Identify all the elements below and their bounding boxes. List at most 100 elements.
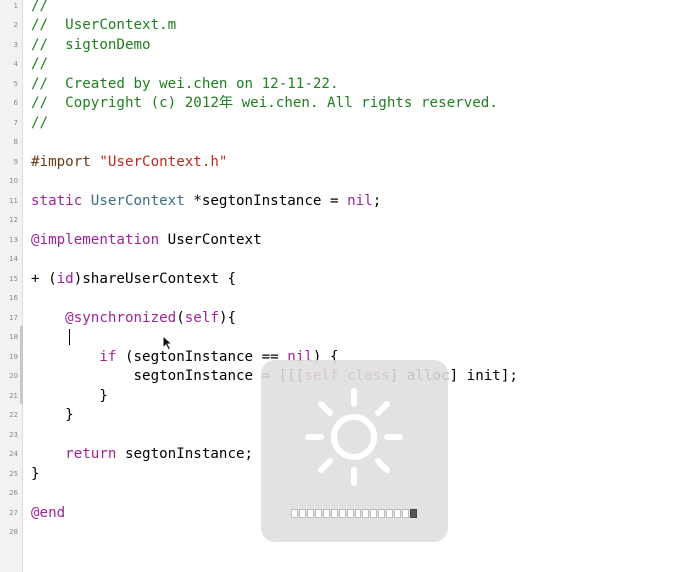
- code-text: }: [31, 465, 40, 485]
- code-line[interactable]: 12: [0, 211, 687, 231]
- brightness-segment: [346, 509, 354, 518]
- line-number: 9: [13, 157, 18, 166]
- code-line[interactable]: 5 // Created by wei.chen on 12-11-22.: [0, 75, 687, 95]
- line-number: 25: [9, 469, 18, 478]
- code-text: // Copyright (c) 2012年 wei.chen. All rig…: [31, 94, 498, 114]
- line-number: 5: [13, 79, 18, 88]
- code-text: #import "UserContext.h": [31, 153, 227, 173]
- line-number: 3: [13, 40, 18, 49]
- code-text: // sigtonDemo: [31, 36, 151, 56]
- code-line[interactable]: 1 //: [0, 0, 687, 16]
- brightness-segment: [314, 509, 322, 518]
- code-token: #import: [31, 153, 100, 170]
- code-token: id: [56, 270, 74, 287]
- line-number: 4: [13, 60, 18, 68]
- line-number: 19: [9, 352, 18, 361]
- sun-icon: [305, 388, 403, 486]
- code-text: @synchronized(self){: [31, 309, 236, 329]
- brightness-segment: [330, 509, 338, 518]
- brightness-segment: [338, 509, 346, 518]
- mouse-pointer-icon: [162, 335, 174, 351]
- code-token: @implementation: [31, 231, 160, 248]
- code-token: segtonInstance;: [116, 446, 254, 462]
- line-number: 10: [9, 177, 18, 185]
- brightness-segment: [410, 509, 417, 518]
- line-number: 24: [9, 450, 18, 458]
- brightness-segment: [306, 509, 314, 518]
- line-number: 27: [9, 508, 18, 517]
- code-token: //: [31, 114, 49, 131]
- code-text: //: [31, 55, 48, 75]
- line-number: 7: [13, 118, 18, 127]
- code-line[interactable]: 13 @implementation UserContext: [0, 231, 687, 251]
- code-line[interactable]: 10: [0, 172, 687, 192]
- code-token: //: [31, 56, 49, 72]
- brightness-segment: [394, 509, 402, 518]
- brightness-segment: [386, 509, 394, 518]
- code-text: return segtonInstance;: [31, 445, 253, 465]
- brightness-segment: [291, 509, 298, 518]
- code-token: UserContext: [159, 231, 262, 248]
- code-line[interactable]: 7 //: [0, 114, 687, 134]
- code-token: (segtonInstance ==: [116, 348, 288, 365]
- code-text: + (id)shareUserContext {: [31, 270, 236, 290]
- code-token: UserContext: [90, 192, 185, 209]
- line-number: 20: [9, 372, 18, 380]
- line-number: 28: [9, 528, 18, 536]
- line-number: 23: [9, 430, 18, 439]
- code-text: //: [31, 0, 48, 16]
- code-token: }: [31, 387, 108, 404]
- brightness-segment: [322, 509, 330, 518]
- code-token: // sigtonDemo: [31, 36, 151, 53]
- code-token: )shareUserContext {: [73, 270, 237, 287]
- code-line[interactable]: 4 //: [0, 55, 687, 75]
- code-line[interactable]: 8: [0, 133, 687, 153]
- line-number: 17: [9, 313, 18, 322]
- code-text: @end: [31, 504, 65, 524]
- code-line[interactable]: 18: [0, 328, 687, 348]
- line-number: 13: [9, 235, 18, 244]
- code-line[interactable]: 3 // sigtonDemo: [0, 36, 687, 56]
- code-text: // UserContext.m: [31, 16, 176, 36]
- code-token: "UserContext.h": [99, 153, 228, 170]
- line-number: 8: [13, 138, 18, 146]
- code-line[interactable]: 17 @synchronized(self){: [0, 309, 687, 329]
- line-number: 2: [13, 21, 18, 29]
- code-text: @implementation UserContext: [31, 231, 262, 251]
- code-token: if: [99, 348, 117, 365]
- code-token: ){: [218, 309, 237, 326]
- code-line[interactable]: 9 #import "UserContext.h": [0, 153, 687, 173]
- brightness-segment: [298, 509, 306, 518]
- line-number: 12: [9, 216, 18, 224]
- code-token: + (: [31, 270, 57, 287]
- code-token: nil: [347, 192, 373, 209]
- code-token: (: [176, 309, 185, 326]
- code-token: // Created by wei.chen on 12-11-22.: [31, 75, 339, 92]
- code-text: static UserContext *segtonInstance = nil…: [31, 192, 381, 212]
- code-token: return: [65, 446, 117, 462]
- code-token: @synchronized: [65, 309, 177, 326]
- code-line[interactable]: 6 // Copyright (c) 2012年 wei.chen. All ri…: [0, 94, 687, 114]
- line-number: 11: [9, 196, 18, 205]
- code-token: *segtonInstance =: [184, 192, 348, 209]
- brightness-segment: [362, 509, 370, 518]
- code-line[interactable]: 2 // UserContext.m: [0, 16, 687, 36]
- code-token: }: [31, 465, 40, 482]
- code-line[interactable]: 16: [0, 289, 687, 309]
- line-number: 21: [9, 391, 18, 400]
- code-token: //: [31, 0, 49, 14]
- code-line[interactable]: 11 static UserContext *segtonInstance = n…: [0, 192, 687, 212]
- text-cursor: [69, 329, 70, 345]
- code-text: }: [31, 387, 108, 407]
- line-number: 26: [9, 489, 18, 497]
- code-line[interactable]: 14: [0, 250, 687, 270]
- brightness-segment: [370, 509, 378, 518]
- line-number: 15: [9, 274, 18, 283]
- code-line[interactable]: 15 + (id)shareUserContext {: [0, 270, 687, 290]
- code-token: self: [184, 309, 219, 326]
- brightness-segment: [402, 509, 410, 518]
- line-number: 6: [13, 99, 18, 107]
